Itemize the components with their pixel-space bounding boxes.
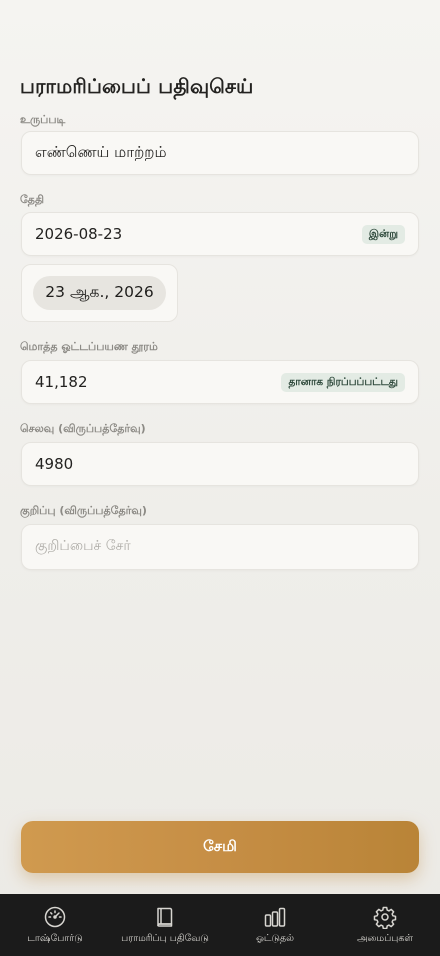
book-icon [157,907,173,927]
note-field[interactable]: குறிப்பைச் சேர் [21,524,419,570]
nav-item-maintenance-log[interactable]: பராமரிப்பு பதிவேடு [110,894,220,956]
odometer-label: மொத்த ஓட்டப்பயண தூரம் [20,340,158,353]
save-button[interactable]: சேமி [21,821,419,873]
nav-item-dashboard[interactable]: டாஷ்போர்டு [0,894,110,956]
date-field[interactable]: 2026-08-23 இன்று [21,212,419,256]
autofilled-badge: தானாக நிரப்பப்பட்டது [281,372,405,392]
date-picker-card: 23 ஆக., 2026 [21,264,178,322]
item-label: உருப்படி [20,113,66,126]
nav-item-settings[interactable]: அமைப்புகள் [330,894,440,956]
item-field[interactable]: எண்ணெய் மாற்றம் [21,131,419,175]
page-title: பராமரிப்பைப் பதிவுசெய் [20,74,254,98]
nav-label-settings: அமைப்புகள் [357,933,413,944]
odometer-field[interactable]: 41,182 தானாக நிரப்பப்பட்டது [21,360,419,404]
item-value: எண்ணெய் மாற்றம் [35,143,167,161]
bottom-nav: டாஷ்போர்டு பராமரிப்பு பதிவேடு ஓட்டுதல் அ… [0,894,440,956]
note-label: குறிப்பு (விருப்பத்தேர்வு) [20,504,147,517]
nav-label-maintenance-log: பராமரிப்பு பதிவேடு [121,933,209,944]
cost-field[interactable]: 4980 [21,442,419,486]
maintenance-log-screen: பராமரிப்பைப் பதிவுசெய் உருப்படி எண்ணெய் … [0,0,440,956]
today-badge[interactable]: இன்று [361,224,405,244]
odometer-value: 41,182 [35,373,88,391]
cost-value: 4980 [35,455,74,473]
cost-label: செலவு (விருப்பத்தேர்வு) [20,422,146,435]
date-label: தேதி [20,193,44,206]
nav-label-driving: ஓட்டுதல் [255,933,295,944]
date-value: 2026-08-23 [35,225,123,243]
nav-label-dashboard: டாஷ்போர்டு [27,933,83,944]
date-picker-pill[interactable]: 23 ஆக., 2026 [33,276,166,310]
gauge-icon [44,906,66,928]
note-placeholder: குறிப்பைச் சேர் [35,538,131,554]
bar-chart-icon [264,907,286,927]
nav-item-driving[interactable]: ஓட்டுதல் [220,894,330,956]
gear-icon [373,906,397,929]
